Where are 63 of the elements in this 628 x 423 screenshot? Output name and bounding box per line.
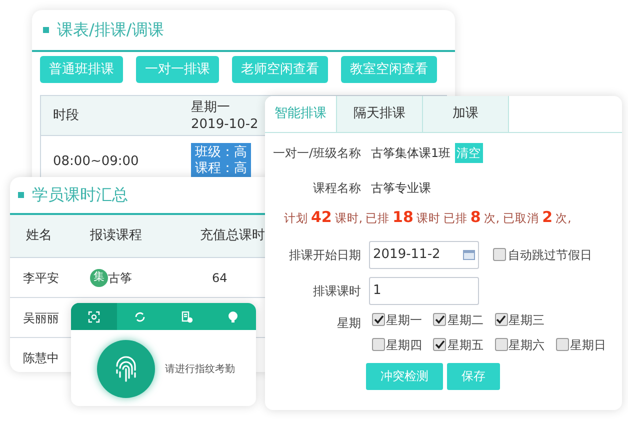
scan-icon [88,310,100,322]
checkbox[interactable] [372,313,385,326]
checkbox[interactable] [433,338,446,351]
checkbox-label: 星期一 [386,312,422,328]
check-icon [374,315,384,324]
column-header: 充值总课时 [200,227,265,246]
student-name: 陈慧中 [22,350,60,366]
schedule-button[interactable]: 教室空闲查看 [341,56,437,83]
checkbox-label: 星期日 [570,336,606,354]
hours-cell-text: 64 [211,270,228,286]
student-name: 吴丽丽 [22,310,60,326]
column-header: 星期一 2019-10-2 [191,98,258,132]
column-header: 时段 [52,107,80,124]
checkbox[interactable] [433,313,446,326]
checkbox[interactable] [493,248,506,261]
form-tab[interactable]: 智能排课 [265,96,337,132]
checkbox-label: 星期五 [447,336,484,354]
hours-field[interactable]: 1 [369,276,479,304]
student-name: 李平安 [22,270,60,286]
card-title: 学员课时汇总 [32,184,128,206]
card-title: 课表/排课/调课 [57,19,164,41]
check-icon [496,315,506,324]
field-label: 一对一/班级名称 [272,145,361,162]
time-cell-text: 08:00~09:00 [52,153,140,171]
stats-text: 计划 42 课时, 已排 18 课时 已排 8 次, 已取消 2 次, [283,207,572,228]
field-label: 星期 [336,314,361,332]
checkbox[interactable] [372,338,385,351]
sync-icon [134,310,146,322]
field-value: 古筝专业课 [371,180,431,197]
form-tab[interactable]: 加课 [423,96,509,132]
field-label: 排课课时 [312,282,361,300]
date-field[interactable]: 2019-11-2 [369,240,479,268]
schedule-button[interactable]: 普通班排课 [40,56,123,83]
toolbar-tab[interactable] [71,303,118,330]
check-icon [434,315,445,324]
checkbox-label: 星期六 [508,336,544,354]
field-label: 课程名称 [312,180,361,197]
title-marker [43,27,49,33]
checkbox-label: 星期三 [508,312,544,328]
checkbox[interactable] [494,338,508,351]
lesson-block[interactable]: 班级：高 课程：高 [191,143,251,179]
clear-button[interactable]: 清空 [454,143,483,163]
schedule-button[interactable]: 老师空闲查看 [232,56,328,83]
checkbox-label: 星期四 [386,336,422,354]
checkbox-label: 星期二 [447,312,484,328]
fingerprint-button[interactable] [97,340,155,398]
form-tab[interactable]: 隔天排课 [337,96,423,132]
calendar-icon [463,250,475,260]
form-button[interactable]: 冲突检测 [366,362,443,390]
title-marker [18,192,24,198]
checkbox[interactable] [494,313,508,326]
course-tag: 集 [90,268,108,286]
checkbox[interactable] [556,338,569,351]
form-button[interactable]: 保存 [447,362,500,390]
schedule-button[interactable]: 一对一排课 [136,56,219,83]
check-icon [434,340,445,349]
column-header: 报读课程 [90,227,143,246]
prompt-text: 请进行指纹考勤 [165,362,235,376]
column-header: 姓名 [25,227,53,246]
checkbox-label: 自动跳过节假日 [508,246,592,264]
course-name: 古筝 [108,270,132,286]
field-value: 古筝集体课1班 [371,145,451,162]
field-label: 排课开始日期 [288,246,361,264]
